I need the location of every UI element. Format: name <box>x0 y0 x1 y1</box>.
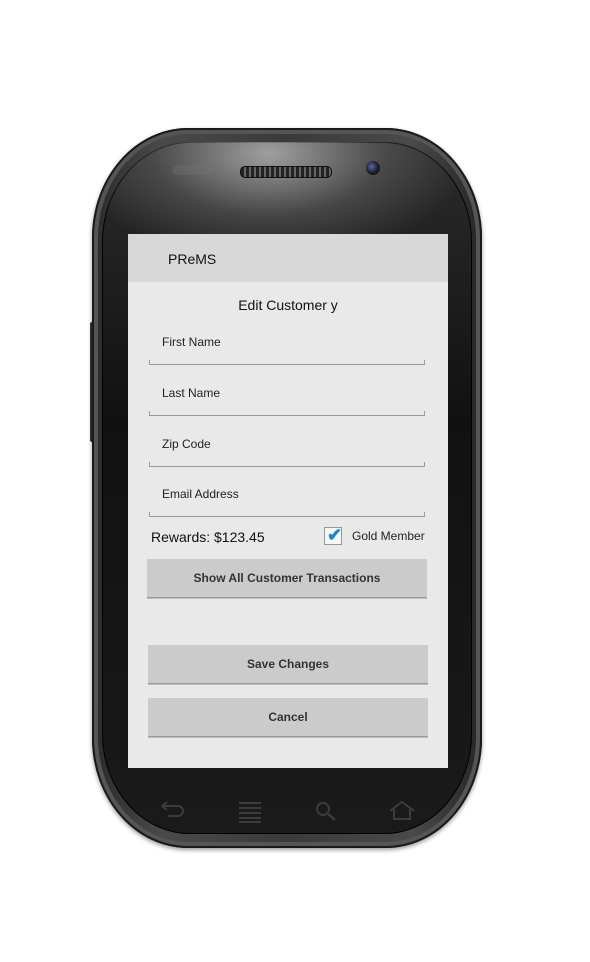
action-bar: PReMS <box>128 234 448 282</box>
show-transactions-button[interactable]: Show All Customer Transactions <box>147 559 427 597</box>
menu-icon[interactable] <box>237 800 263 824</box>
zip-code-field[interactable]: Zip Code <box>149 437 425 467</box>
last-name-field[interactable]: Last Name <box>149 386 425 416</box>
rewards-balance: Rewards: $123.45 <box>151 529 265 545</box>
gold-member-label: Gold Member <box>352 529 425 543</box>
proximity-sensor <box>172 165 212 175</box>
field-underline <box>149 462 425 467</box>
zip-code-placeholder: Zip Code <box>162 437 211 451</box>
checkmark-icon: ✔ <box>327 525 343 545</box>
email-address-placeholder: Email Address <box>162 487 239 501</box>
search-icon[interactable] <box>314 800 338 822</box>
app-title: PReMS <box>168 251 217 267</box>
front-camera <box>366 161 380 175</box>
home-icon[interactable] <box>388 800 416 822</box>
field-underline <box>149 360 425 365</box>
save-changes-button[interactable]: Save Changes <box>148 645 428 683</box>
first-name-field[interactable]: First Name <box>149 335 425 365</box>
form-title: Edit Customer y <box>238 297 338 313</box>
last-name-placeholder: Last Name <box>162 386 221 400</box>
earpiece-speaker <box>240 166 332 178</box>
field-underline <box>149 411 425 416</box>
field-underline <box>149 512 425 517</box>
app-screen: PReMS Edit Customer y First Name Last Na… <box>128 234 448 768</box>
back-icon[interactable] <box>160 800 186 822</box>
email-address-field[interactable]: Email Address <box>149 487 425 517</box>
first-name-placeholder: First Name <box>162 335 221 349</box>
gold-member-checkbox[interactable]: ✔ <box>324 525 343 545</box>
cancel-button[interactable]: Cancel <box>148 698 428 736</box>
